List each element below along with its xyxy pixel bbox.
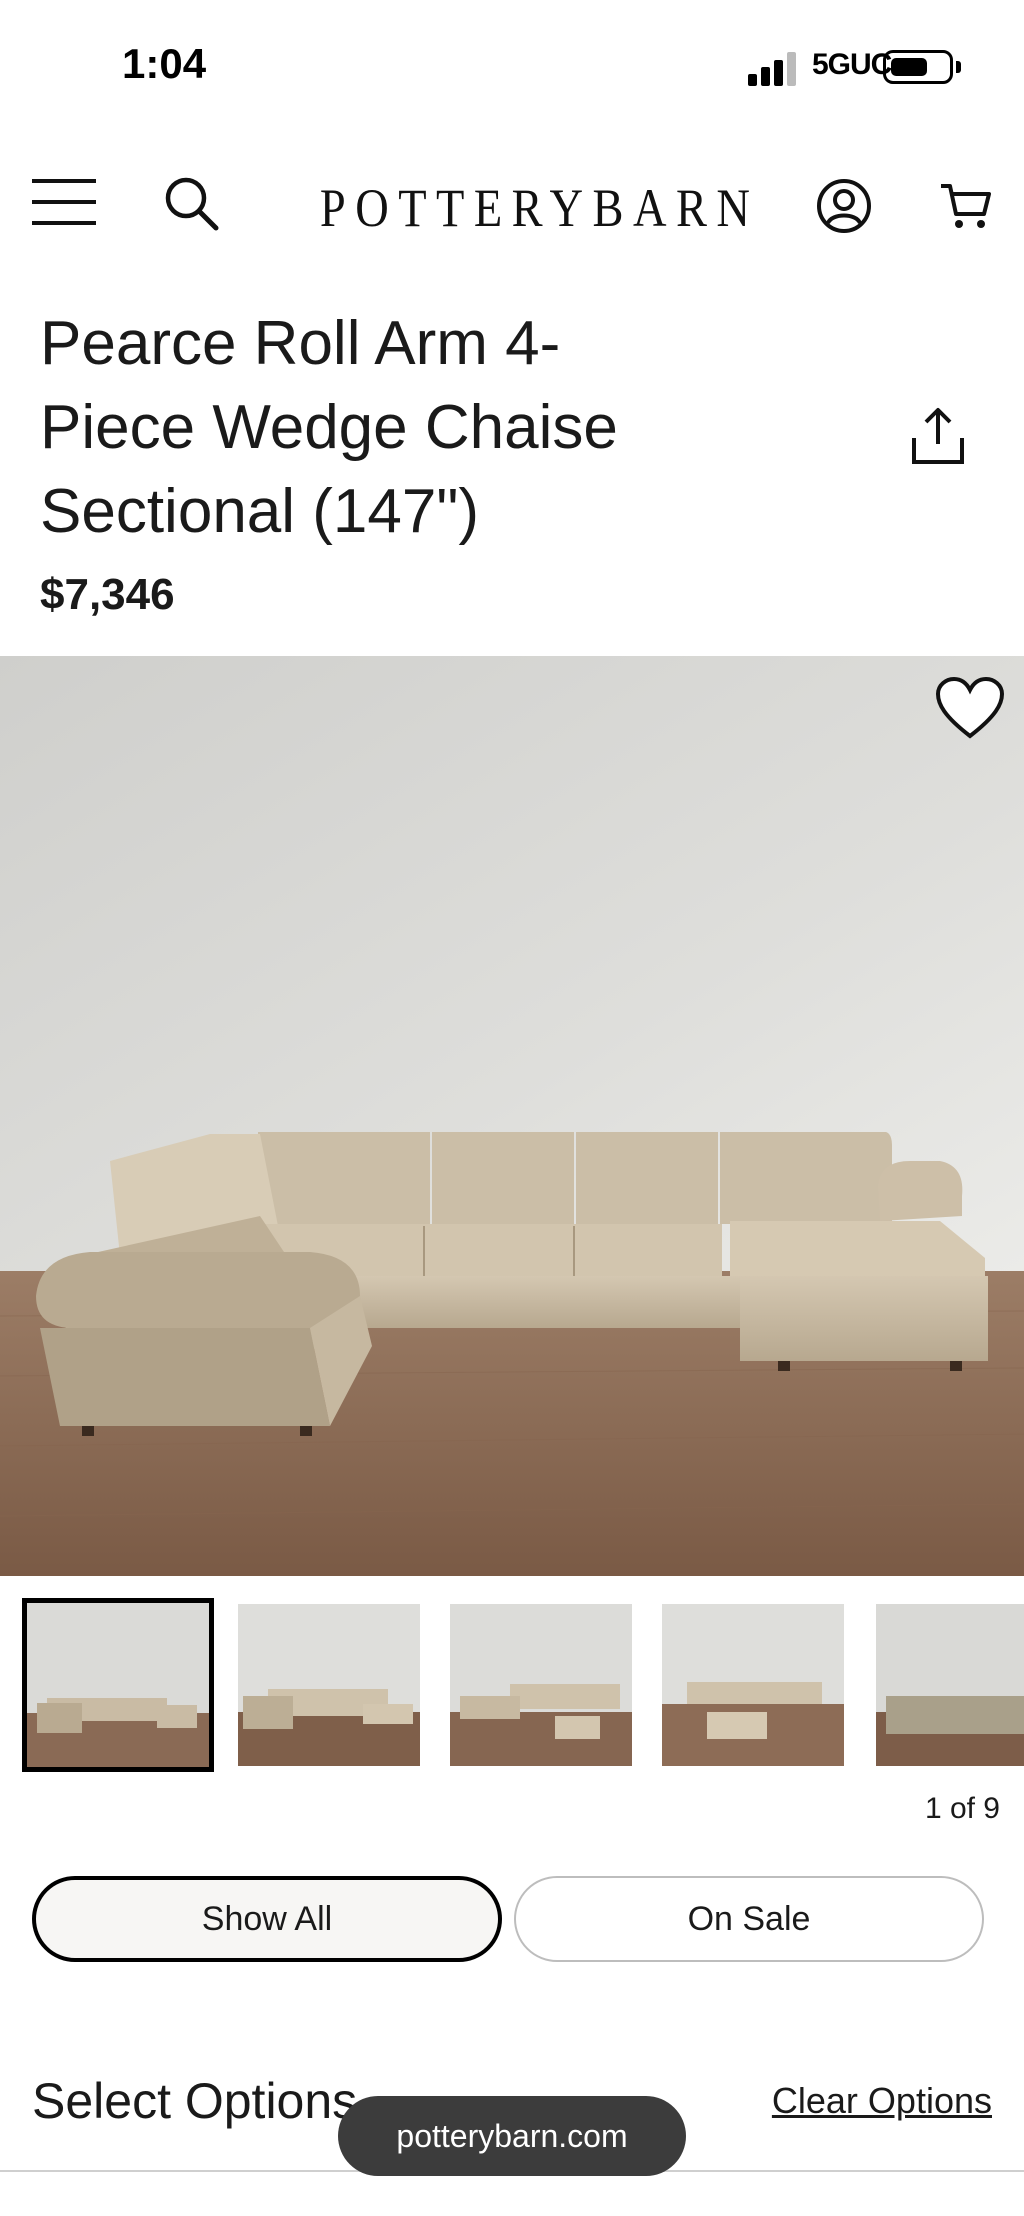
sectional-sofa-illustration <box>0 656 1024 1576</box>
product-hero-image[interactable] <box>0 656 1024 1576</box>
battery-cap <box>956 61 961 73</box>
status-time: 1:04 <box>122 40 207 87</box>
cart-icon[interactable] <box>934 174 998 238</box>
share-icon[interactable] <box>906 404 970 468</box>
product-title: Pearce Roll Arm 4-Piece Wedge Chaise Sec… <box>40 309 618 546</box>
browser-url-pill[interactable]: potterybarn.com <box>338 2096 686 2176</box>
clear-options-link[interactable]: Clear Options <box>772 2080 992 2122</box>
on-sale-button[interactable]: On Sale <box>514 1876 984 1962</box>
menu-icon[interactable] <box>28 174 100 230</box>
site-header: POTTERYBARN <box>0 150 1024 270</box>
thumbnail-4[interactable] <box>662 1604 844 1766</box>
select-options-heading: Select Options <box>32 2073 358 2129</box>
thumbnail-3[interactable] <box>450 1604 632 1766</box>
heart-icon[interactable] <box>934 676 1006 742</box>
network-label: 5GUC <box>812 48 892 81</box>
signal-icon <box>748 52 796 86</box>
status-bar: 1:04 5GUC <box>0 0 1024 135</box>
battery-icon <box>883 50 953 84</box>
search-icon[interactable] <box>160 172 224 236</box>
thumbnail-2[interactable] <box>238 1604 420 1766</box>
show-all-button[interactable]: Show All <box>32 1876 502 1962</box>
account-icon[interactable] <box>812 174 876 238</box>
brand-logo[interactable]: POTTERYBARN <box>320 180 750 236</box>
product-price: $7,346 <box>40 570 175 619</box>
thumbnail-5[interactable] <box>876 1604 1024 1766</box>
thumbnail-1[interactable] <box>22 1598 214 1772</box>
thumbnail-strip[interactable] <box>0 1598 1024 1772</box>
image-counter: 1 of 9 <box>924 1792 1000 1825</box>
